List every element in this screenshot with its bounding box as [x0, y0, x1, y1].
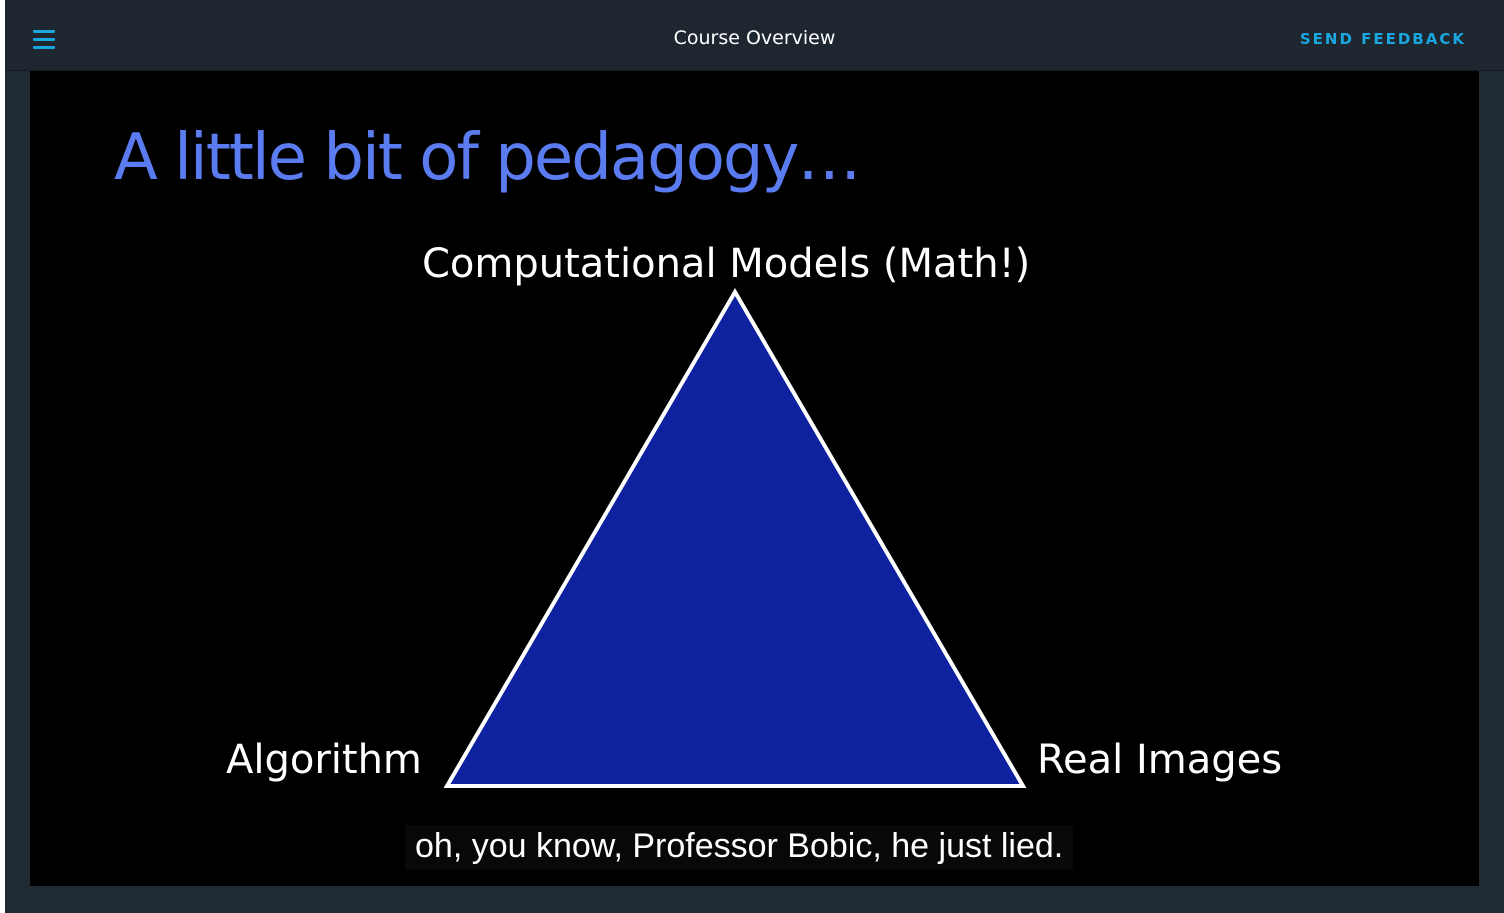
vertex-label-right: Real Images — [1037, 737, 1283, 783]
course-player: Course Overview SEND FEEDBACK A little b… — [0, 0, 1504, 913]
video-player[interactable]: A little bit of pedagogy… Computational … — [30, 71, 1479, 886]
send-feedback-button[interactable]: SEND FEEDBACK — [1300, 30, 1466, 48]
subtitle-caption: oh, you know, Professor Bobic, he just l… — [405, 825, 1074, 870]
page-title: Course Overview — [673, 27, 836, 49]
pedagogy-triangle — [443, 288, 1027, 788]
vertex-label-top: Computational Models (Math!) — [422, 241, 1031, 287]
vertex-label-left: Algorithm — [226, 737, 422, 783]
left-edge — [0, 0, 5, 913]
bottom-bar — [5, 886, 1504, 913]
top-header: Course Overview SEND FEEDBACK — [5, 0, 1504, 71]
